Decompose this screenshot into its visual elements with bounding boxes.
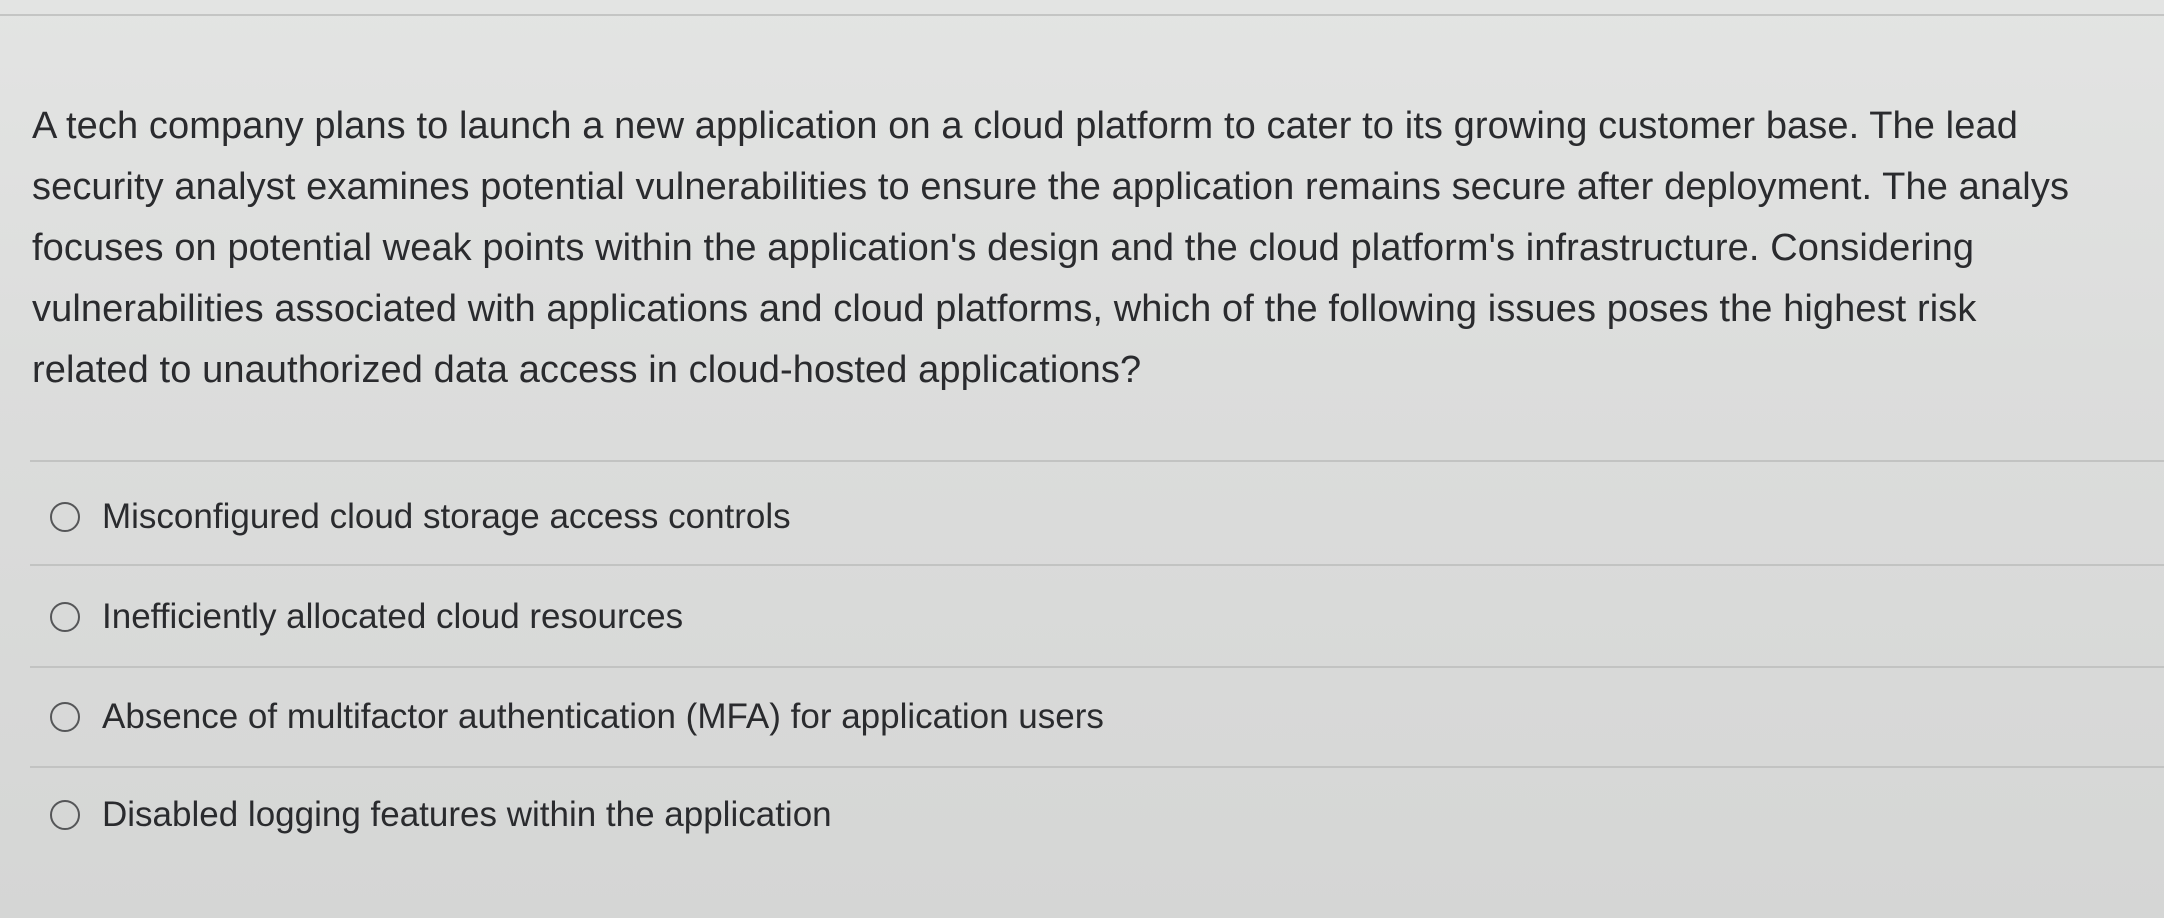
question-line: A tech company plans to launch a new app…: [32, 105, 2018, 147]
answer-option-label: Disabled logging features within the app…: [102, 795, 832, 834]
answer-option-label: Misconfigured cloud storage access contr…: [102, 497, 791, 536]
radio-button[interactable]: [50, 702, 80, 732]
answer-option-b[interactable]: Inefficiently allocated cloud resources: [50, 597, 683, 637]
question-text: A tech company plans to launch a new app…: [32, 96, 2164, 401]
answer-option-a[interactable]: Misconfigured cloud storage access contr…: [50, 497, 791, 537]
question-line: vulnerabilities associated with applicat…: [32, 288, 1977, 330]
answer-option-label: Inefficiently allocated cloud resources: [102, 597, 684, 636]
option-divider: [30, 666, 2164, 668]
answer-option-c[interactable]: Absence of multifactor authentication (M…: [50, 697, 1104, 737]
quiz-page: A tech company plans to launch a new app…: [0, 0, 2164, 918]
answer-option-label: Absence of multifactor authentication (M…: [102, 697, 1104, 736]
question-line: focuses on potential weak points within …: [32, 227, 1975, 269]
question-line: security analyst examines potential vuln…: [32, 166, 2070, 208]
question-line: related to unauthorized data access in c…: [32, 349, 1142, 391]
option-divider: [30, 564, 2164, 566]
top-divider: [0, 14, 2164, 16]
answer-option-d[interactable]: Disabled logging features within the app…: [50, 795, 832, 835]
radio-button[interactable]: [50, 800, 80, 830]
option-divider: [30, 460, 2164, 462]
option-divider: [30, 766, 2164, 768]
radio-button[interactable]: [50, 602, 80, 632]
radio-button[interactable]: [50, 502, 80, 532]
